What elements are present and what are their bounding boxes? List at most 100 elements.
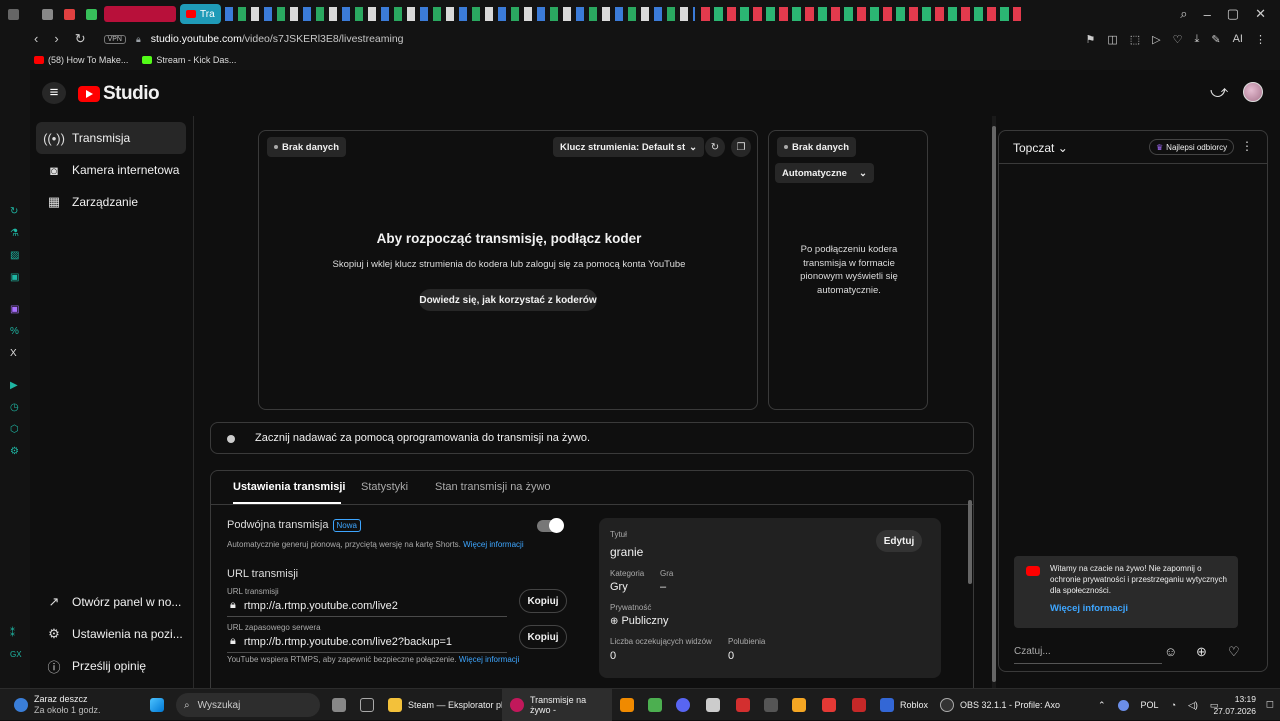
chat-more-info-link[interactable]: Więcej informacji [1050, 603, 1128, 614]
heart-icon[interactable]: ♡ [1228, 644, 1240, 660]
vlc-icon[interactable] [620, 689, 634, 721]
menu-icon[interactable]: ⋮ [1255, 33, 1266, 46]
backup-url-field[interactable]: 🔒︎ rtmp://b.rtmp.youtube.com/live2?backup… [230, 635, 452, 648]
add-icon[interactable]: ⊕ [1196, 644, 1207, 660]
bookmark-item[interactable]: (58) How To Make... [34, 55, 128, 65]
app-icon[interactable] [792, 689, 806, 721]
weather-widget[interactable]: Zaraz deszcz Za około 1 godz. [14, 689, 101, 721]
app-icon[interactable] [736, 689, 750, 721]
reload-icon[interactable]: ↻ [75, 31, 86, 47]
copy-url-button[interactable]: Kopiuj [519, 589, 567, 613]
edit-button[interactable]: Edytuj [876, 530, 922, 552]
chevron-up-icon[interactable]: ⌃ [1098, 700, 1106, 711]
app-icon[interactable] [706, 689, 720, 721]
avatar[interactable] [1243, 82, 1263, 102]
stream-key-select[interactable]: Klucz strumienia: Default st ⌄ [553, 137, 705, 157]
bookmark-item[interactable]: Stream - Kick Das... [142, 55, 236, 65]
side-app-icon[interactable]: ⚗ [10, 228, 19, 239]
sidebar-item-open-panel[interactable]: ↗ Otwórz panel w no... [36, 586, 186, 618]
tab-stream-settings[interactable]: Ustawienia transmisji [233, 481, 346, 493]
sidebar-item-manage[interactable]: ▦ Zarządzanie [36, 186, 186, 218]
tab-statistics[interactable]: Statystyki [361, 481, 408, 493]
search-tabs-icon[interactable]: ⌕ [1180, 6, 1187, 22]
language-indicator[interactable]: POL [1141, 700, 1159, 710]
emoji-icon[interactable]: ☺ [1164, 644, 1177, 659]
side-app-icon[interactable]: GX [10, 650, 22, 659]
extensions-icon[interactable]: ⬚ [1130, 33, 1140, 46]
main-scrollbar[interactable] [992, 116, 996, 688]
settings-scrollbar[interactable] [968, 500, 972, 584]
more-info-link[interactable]: Więcej informacji [463, 540, 523, 549]
tray-app-icon[interactable] [1117, 699, 1129, 711]
side-app-icon[interactable]: ↻ [10, 206, 18, 217]
taskbar-obs[interactable]: OBS 32.1.1 - Profile: Axo [940, 689, 1060, 721]
app-icon[interactable] [764, 689, 778, 721]
history-icon[interactable]: ◷ [10, 402, 19, 413]
forward-icon[interactable]: › [54, 31, 58, 47]
ai-button[interactable]: AI [1233, 33, 1243, 46]
sidebar-item-settings[interactable]: ⚙ Ustawienia na pozi... [36, 618, 186, 650]
sidebar-item-camera[interactable]: ◙ Kamera internetowa [36, 154, 186, 186]
taskbar-explorer[interactable]: Steam — Eksplorator pl [388, 689, 503, 721]
minimize-icon[interactable]: – [1204, 7, 1211, 22]
pinned-tabs-strip-2[interactable] [700, 7, 1021, 21]
active-tab[interactable]: Tra [180, 4, 221, 24]
studio-logo[interactable]: Studio [78, 83, 160, 105]
top-fans-button[interactable]: ♛ Najlepsi odbiorcy [1149, 139, 1235, 155]
vertical-mode-select[interactable]: Automatyczne ⌄ [775, 163, 874, 183]
copy-backup-button[interactable]: Kopiuj [519, 625, 567, 649]
minecraft-icon[interactable] [648, 689, 662, 721]
screenshot-icon[interactable]: ◫ [1107, 33, 1117, 46]
app-icon[interactable] [822, 689, 836, 721]
play-icon[interactable]: ▷ [1152, 33, 1160, 46]
more-options-icon[interactable]: ⋮ [1241, 139, 1253, 153]
tab-live-status[interactable]: Stan transmisji na żywo [435, 481, 551, 493]
taskbar-roblox[interactable]: Roblox [880, 689, 928, 721]
start-button[interactable] [150, 689, 164, 721]
close-icon[interactable]: ✕ [1255, 6, 1266, 22]
back-icon[interactable]: ‹ [34, 31, 38, 47]
dual-stream-toggle[interactable] [537, 518, 564, 533]
x-icon[interactable]: X [10, 348, 17, 359]
taskbar-search[interactable]: ⌕ Wyszukaj [176, 693, 320, 717]
tab-icon[interactable] [64, 8, 75, 20]
side-app-icon[interactable]: % [10, 326, 19, 337]
sidebar-item-feedback[interactable]: ⓘ Prześlij opinię [36, 650, 186, 682]
refresh-icon[interactable]: ↻ [705, 137, 725, 157]
maximize-icon[interactable]: ▢ [1227, 6, 1239, 22]
heart-icon[interactable]: ♡ [1173, 33, 1183, 46]
pinned-tabs-strip[interactable] [224, 7, 695, 21]
task-view-icon[interactable] [332, 689, 346, 721]
discord-icon[interactable] [676, 689, 690, 721]
settings-icon[interactable]: ⚙ [10, 446, 19, 457]
tab-group-youtube[interactable] [104, 6, 176, 22]
vpn-badge[interactable]: VPN [103, 34, 126, 44]
tab-icon[interactable] [86, 8, 97, 20]
twitch-icon[interactable]: ▣ [10, 304, 19, 315]
chat-input[interactable]: Czatuj... [1014, 640, 1162, 664]
side-app-icon[interactable]: ▨ [10, 250, 19, 261]
side-app-icon[interactable]: ▣ [10, 272, 19, 283]
url-field[interactable]: studio.youtube.com/video/s7JSKERl3E8/liv… [151, 33, 404, 45]
bookmark-icon[interactable]: ⚑ [1085, 33, 1095, 46]
app-icon[interactable] [360, 689, 374, 721]
share-icon[interactable]: ⤻ [1210, 82, 1228, 102]
learn-encoders-button[interactable]: Dowiedz się, jak korzystać z koderów [419, 289, 597, 311]
side-app-icon[interactable]: ⬡ [10, 424, 19, 435]
copy-icon[interactable]: ❐ [731, 137, 751, 157]
workspaces-icon[interactable] [42, 8, 53, 20]
hamburger-menu-icon[interactable]: ≡ [42, 82, 66, 104]
volume-icon[interactable]: ◁) [1188, 700, 1198, 711]
chat-mode-select[interactable]: Topczat ⌄ [1013, 141, 1068, 155]
taskbar-browser[interactable]: Transmisje na żywo - [502, 689, 612, 721]
clock[interactable]: 13:19 27.07.2026 [1213, 693, 1256, 717]
side-app-icon[interactable]: ⁑ [10, 628, 15, 639]
side-app-icon[interactable]: ▶ [10, 380, 18, 391]
download-icon[interactable]: ⤓ [1195, 33, 1200, 46]
sidebar-toggle-icon[interactable] [8, 8, 19, 20]
pin-icon[interactable]: ✎ [1211, 33, 1220, 46]
app-icon[interactable] [852, 689, 866, 721]
notifications-icon[interactable]: ◻ [1266, 699, 1274, 710]
wifi-icon[interactable]: ◔ [1171, 700, 1176, 710]
stream-url-field[interactable]: 🔒︎ rtmp://a.rtmp.youtube.com/live2 [230, 599, 398, 612]
